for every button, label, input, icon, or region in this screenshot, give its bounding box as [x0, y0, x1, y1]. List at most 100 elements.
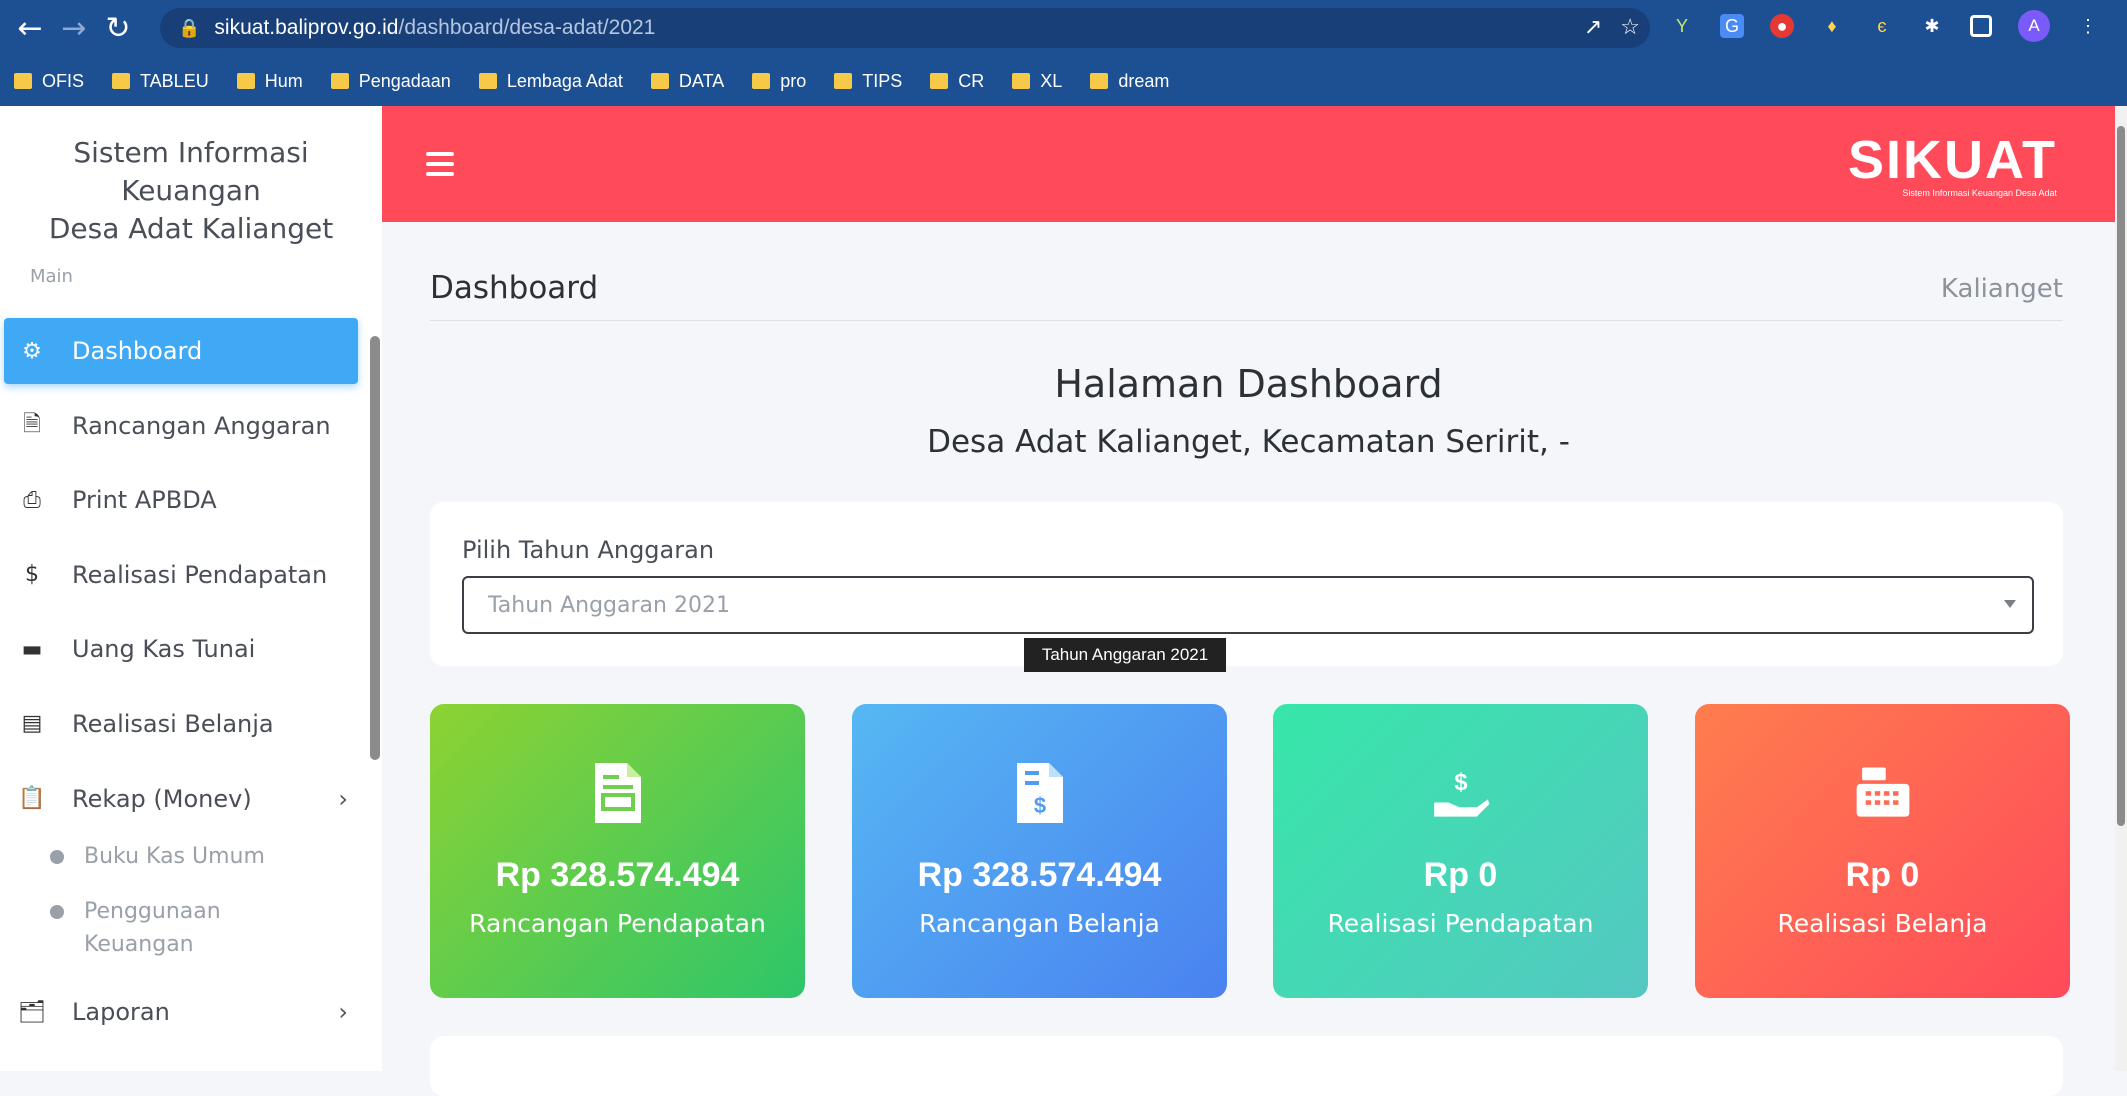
app-topbar: SIKUAT Sistem Informasi Keuangan Desa Ad… [382, 106, 2115, 222]
stat-label: Rancangan Pendapatan [469, 909, 766, 938]
sikuat-logo: SIKUAT Sistem Informasi Keuangan Desa Ad… [1848, 130, 2057, 198]
browser-menu-icon[interactable]: ⋮ [2076, 14, 2100, 38]
extension-red-icon[interactable]: ● [1770, 14, 1794, 38]
url-domain: sikuat.baliprov.go.id [214, 16, 399, 39]
menu-toggle-icon[interactable] [426, 152, 454, 182]
side-panel-icon[interactable] [1970, 15, 1992, 37]
sidebar-menu: ⚙ Dashboard 🗎 Rancangan Anggaran ⎙ Print… [0, 318, 360, 1054]
stat-label: Realisasi Pendapatan [1327, 909, 1594, 938]
stat-value: Rp 0 [1845, 856, 1920, 894]
stat-value: Rp 0 [1423, 856, 1498, 894]
sidebar-section-label: Main [30, 266, 73, 287]
address-bar[interactable]: 🔒 sikuat.baliprov.go.id/dashboard/desa-a… [160, 8, 1650, 48]
dropdown-caret-icon [2004, 600, 2016, 608]
sidebar-item-laporan[interactable]: 🗂 Laporan › [4, 979, 358, 1045]
dashboard-icon: ⚙ [22, 338, 42, 364]
url-path: /dashboard/desa-adat/2021 [398, 16, 656, 39]
share-icon[interactable]: ↗ [1584, 14, 1602, 40]
file-invoice-icon [588, 758, 648, 828]
year-select-tooltip: Tahun Anggaran 2021 [1024, 638, 1226, 672]
folder-icon [236, 73, 255, 89]
folder-icon [330, 73, 349, 89]
page-title: Dashboard [430, 270, 599, 306]
clipboard-check-icon: 📋 [18, 786, 46, 812]
folder-icon [834, 73, 853, 89]
sidebar-item-rancangan-anggaran[interactable]: 🗎 Rancangan Anggaran [4, 393, 358, 459]
stat-card-realisasi-pendapatan: $ Rp 0 Realisasi Pendapatan [1273, 704, 1648, 998]
forward-arrow-icon[interactable]: → [52, 11, 96, 46]
sidebar-item-dashboard[interactable]: ⚙ Dashboard [4, 318, 358, 384]
svg-text:$: $ [1454, 770, 1467, 796]
hero-subtitle: Desa Adat Kalianget, Kecamatan Seririt, … [927, 424, 1570, 460]
stat-label: Rancangan Belanja [919, 909, 1160, 938]
bookmarks-bar: OFIS TABLEU Hum Pengadaan Lembaga Adat D… [0, 56, 2127, 106]
extension-translate-icon[interactable]: G [1720, 14, 1744, 38]
wallet-icon: ▬ [21, 636, 43, 662]
bookmark-folder[interactable]: XL [1012, 71, 1062, 92]
extension-shield-icon[interactable]: ♦ [1820, 14, 1844, 38]
cash-register-icon: ▤ [21, 711, 43, 737]
file-invoice-icon: 🗎 [23, 411, 41, 437]
stat-card-realisasi-belanja: Rp 0 Realisasi Belanja [1695, 704, 2070, 998]
sidebar-scrollbar[interactable] [370, 336, 380, 760]
svg-text:$: $ [1033, 793, 1045, 818]
bookmark-folder[interactable]: pro [752, 71, 806, 92]
cash-register-icon [1853, 758, 1913, 828]
folder-icon [1012, 73, 1031, 89]
bookmark-folder[interactable]: OFIS [14, 71, 84, 92]
breadcrumb: Kalianget [1940, 274, 2063, 304]
bookmark-folder[interactable]: Hum [236, 71, 303, 92]
stat-card-rancangan-pendapatan: Rp 328.574.494 Rancangan Pendapatan [430, 704, 805, 998]
bullet-icon [50, 905, 64, 920]
browser-toolbar: ← → ↻ 🔒 sikuat.baliprov.go.id/dashboard/… [0, 0, 2127, 56]
sidebar-item-uang-kas-tunai[interactable]: ▬ Uang Kas Tunai [4, 616, 358, 682]
bookmark-folder[interactable]: CR [930, 71, 984, 92]
chevron-right-icon: › [338, 998, 348, 1027]
hero-title: Halaman Dashboard [1054, 362, 1443, 406]
chevron-right-icon: › [338, 784, 348, 813]
extension-yellow-icon[interactable]: Y [1670, 14, 1694, 38]
reload-icon[interactable]: ↻ [96, 11, 140, 46]
page-scrollbar[interactable] [2115, 106, 2127, 1071]
bullet-icon [50, 850, 64, 865]
sidebar-subitem-penggunaan-keuangan[interactable]: Penggunaan Keuangan [50, 895, 280, 961]
sidebar-item-realisasi-belanja[interactable]: ▤ Realisasi Belanja [4, 691, 358, 757]
sidebar-item-print-apbda[interactable]: ⎙ Print APBDA [4, 467, 358, 533]
folder-icon [650, 73, 669, 89]
stat-value: Rp 328.574.494 [917, 856, 1162, 894]
hand-dollar-icon: $ [1431, 758, 1491, 828]
extensions-puzzle-icon[interactable]: ✱ [1920, 14, 1944, 38]
folder-icon [752, 73, 771, 89]
stat-value: Rp 328.574.494 [495, 856, 740, 894]
sidebar-item-realisasi-pendapatan[interactable]: $ Realisasi Pendapatan [4, 542, 358, 608]
bookmark-folder[interactable]: Lembaga Adat [478, 71, 623, 92]
folder-icon [112, 73, 131, 89]
folder-icon [1090, 73, 1109, 89]
bookmark-folder[interactable]: dream [1090, 71, 1169, 92]
bookmark-star-icon[interactable]: ☆ [1620, 14, 1640, 40]
info-card-partial [430, 1036, 2063, 1096]
year-selector-card: Pilih Tahun Anggaran Tahun Anggaran 2021 [430, 502, 2063, 666]
sidebar-item-rekap-monev[interactable]: 📋 Rekap (Monev) › [4, 766, 358, 832]
main-content: Dashboard Kalianget Halaman Dashboard De… [382, 222, 2115, 1096]
stat-label: Realisasi Belanja [1777, 909, 1988, 938]
folder-open-icon: 🗂 [18, 999, 46, 1025]
file-dollar-icon: $ [1010, 758, 1070, 828]
folder-icon [14, 73, 32, 89]
page-scrollbar-thumb[interactable] [2117, 126, 2125, 826]
sidebar-subitem-buku-kas-umum[interactable]: Buku Kas Umum [50, 840, 360, 873]
profile-avatar[interactable]: A [2018, 10, 2050, 42]
extension-eye-icon[interactable]: є [1870, 14, 1894, 38]
folder-icon [930, 73, 949, 89]
bookmark-folder[interactable]: TABLEU [112, 71, 209, 92]
bookmark-folder[interactable]: DATA [650, 71, 724, 92]
header-divider [430, 320, 2063, 321]
year-select[interactable]: Tahun Anggaran 2021 [462, 576, 2034, 634]
back-arrow-icon[interactable]: ← [8, 11, 52, 46]
lock-icon: 🔒 [178, 17, 201, 38]
sidebar: Sistem Informasi Keuangan Desa Adat Kali… [0, 106, 382, 1071]
bookmark-folder[interactable]: Pengadaan [330, 71, 451, 92]
stat-card-rancangan-belanja: $ Rp 328.574.494 Rancangan Belanja [852, 704, 1227, 998]
printer-icon: ⎙ [23, 487, 41, 513]
bookmark-folder[interactable]: TIPS [834, 71, 902, 92]
